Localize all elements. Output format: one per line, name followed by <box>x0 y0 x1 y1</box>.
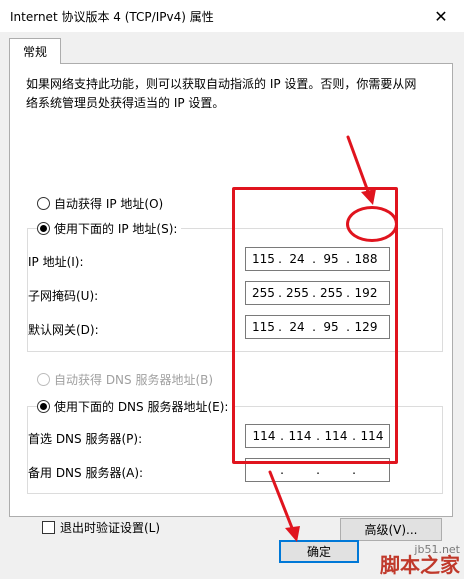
ip-address-label: IP 地址(I): <box>28 255 84 269</box>
description-text: 如果网络支持此功能，则可以获取自动指派的 IP 设置。否则，你需要从网 络系统管… <box>26 75 436 113</box>
ip-dot: . <box>352 463 356 477</box>
tab-general[interactable]: 常规 <box>9 38 61 64</box>
description-line-2: 络系统管理员处获得适当的 IP 设置。 <box>26 96 225 110</box>
window-title: Internet 协议版本 4 (TCP/IPv4) 属性 <box>10 10 214 24</box>
radio-auto-dns-indicator[interactable] <box>37 373 50 386</box>
radio-manual-ip-indicator[interactable] <box>37 222 50 235</box>
radio-auto-dns[interactable]: 自动获得 DNS 服务器地址(B) <box>37 371 213 388</box>
preferred-dns-label: 首选 DNS 服务器(P): <box>28 432 143 446</box>
tab-label: 常规 <box>22 45 47 59</box>
watermark: jb51.net 脚本之家 <box>380 544 460 575</box>
watermark-logo-text: 脚本之家 <box>380 553 460 577</box>
validate-checkbox[interactable] <box>42 521 55 534</box>
validate-checkbox-row[interactable]: 退出时验证设置(L) <box>42 519 160 536</box>
radio-auto-ip-indicator[interactable] <box>37 197 50 210</box>
ok-button[interactable]: 确定 <box>279 540 359 563</box>
radio-manual-dns[interactable]: 使用下面的 DNS 服务器地址(E): <box>37 398 233 415</box>
description-line-1: 如果网络支持此功能，则可以获取自动指派的 IP 设置。否则，你需要从网 <box>26 77 417 91</box>
close-icon[interactable]: ✕ <box>418 0 464 32</box>
title-bar: Internet 协议版本 4 (TCP/IPv4) 属性 ✕ <box>0 0 464 32</box>
radio-auto-dns-label: 自动获得 DNS 服务器地址(B) <box>54 373 214 387</box>
annotation-red-circle <box>346 206 398 242</box>
validate-label: 退出时验证设置(L) <box>60 521 161 535</box>
radio-manual-ip-label: 使用下面的 IP 地址(S): <box>54 222 178 236</box>
subnet-mask-label: 子网掩码(U): <box>28 289 99 303</box>
advanced-button-label: 高级(V)... <box>364 523 418 537</box>
ip-dot: . <box>316 463 320 477</box>
radio-manual-dns-indicator[interactable] <box>37 400 50 413</box>
radio-manual-ip[interactable]: 使用下面的 IP 地址(S): <box>37 220 182 237</box>
radio-manual-dns-label: 使用下面的 DNS 服务器地址(E): <box>54 400 229 414</box>
alternate-dns-label: 备用 DNS 服务器(A): <box>28 466 144 480</box>
gateway-label: 默认网关(D): <box>28 323 99 337</box>
advanced-button[interactable]: 高级(V)... <box>340 518 442 541</box>
ok-button-label: 确定 <box>306 545 331 559</box>
radio-auto-ip[interactable]: 自动获得 IP 地址(O) <box>37 195 163 212</box>
radio-auto-ip-label: 自动获得 IP 地址(O) <box>54 197 164 211</box>
ip-dot: . <box>280 463 284 477</box>
